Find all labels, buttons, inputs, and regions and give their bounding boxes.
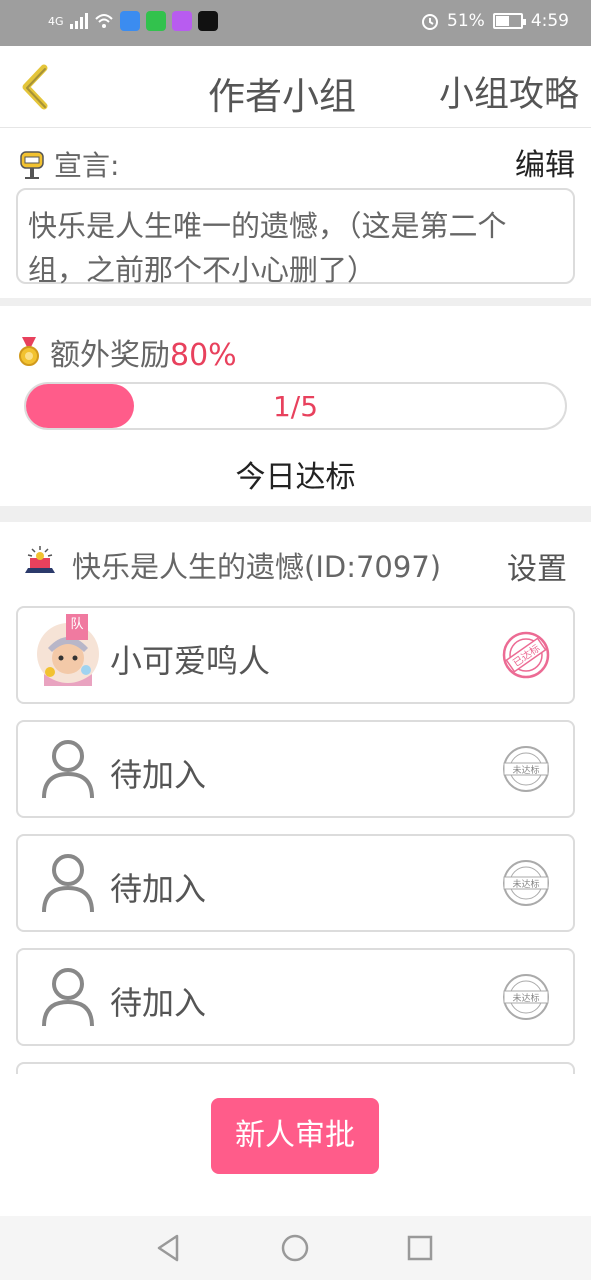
status-left: 4G [48, 11, 218, 31]
member-row[interactable]: 待加入 未达标 [16, 720, 575, 818]
recents-square-icon[interactable] [404, 1232, 436, 1264]
person-icon [42, 740, 94, 799]
person-icon [42, 854, 94, 913]
member-row[interactable]: 队 小可爱鸣人 已达标 [16, 606, 575, 704]
group-guide-link[interactable]: 小组攻略 [439, 66, 579, 117]
today-label: 今日达标 [235, 460, 356, 495]
not-achieved-stamp-icon: 未达标 [503, 746, 549, 792]
status-right: 51% 4:59 [421, 11, 569, 31]
video-app-icon [171, 11, 192, 31]
divider [0, 298, 591, 306]
member-name: 待加入 [110, 756, 207, 794]
group-name: 快乐是人生的遗憾(ID:7097) [72, 550, 442, 584]
system-nav-bar [0, 1216, 591, 1280]
reward-section: 额外奖励80% 1/5 今日达标 [0, 306, 591, 506]
signal-icon: 4G [48, 14, 64, 28]
baidu-app-icon [119, 11, 140, 31]
status-bar: 4G 51% 4:59 [0, 0, 591, 46]
header: 作者小组 小组攻略 [0, 46, 591, 128]
home-circle-icon[interactable] [279, 1232, 311, 1264]
reward-header: 额外奖励80% [18, 330, 237, 374]
member-row-partial[interactable] [16, 1062, 575, 1074]
member-row[interactable]: 待加入 未达标 [16, 948, 575, 1046]
edit-button[interactable]: 编辑 [515, 140, 575, 184]
iqiyi-app-icon [145, 11, 166, 31]
back-triangle-icon[interactable] [153, 1232, 185, 1264]
stamp-text: 未达标 [512, 878, 539, 890]
signal-bars-icon [69, 13, 88, 29]
page-title: 作者小组 [208, 75, 356, 118]
declaration-text: 快乐是人生唯一的遗憾，（这是第二个组，之前那个不小心删了） [16, 188, 575, 287]
clock: 4:59 [530, 11, 569, 31]
progress-bar: 1/5 [24, 382, 567, 430]
divider [0, 506, 591, 522]
member-name: 待加入 [110, 870, 207, 908]
member-row[interactable]: 待加入 未达标 [16, 834, 575, 932]
alarm-icon [422, 14, 439, 30]
member-list: 队 小可爱鸣人 已达标 待加入 未达标 待加入 未达标 待加入 未达标 [16, 606, 575, 1074]
battery-icon [492, 13, 526, 29]
stamp-text: 未达标 [512, 764, 539, 776]
leader-badge: 队 [66, 614, 88, 640]
battery-fill [495, 16, 510, 26]
not-achieved-stamp-icon: 未达标 [503, 860, 549, 906]
battery-percent: 51% [447, 11, 485, 31]
progress-text: 1/5 [272, 390, 319, 423]
new-member-approval-button[interactable]: 新人审批 [211, 1098, 379, 1174]
group-crown-icon [25, 546, 55, 573]
member-name: 小可爱鸣人 [110, 642, 271, 680]
chevron-left-icon[interactable] [14, 62, 58, 112]
stamp-text: 未达标 [512, 992, 539, 1004]
settings-button[interactable]: 设置 [507, 544, 567, 588]
reward-percent: 80% [170, 338, 237, 373]
tiktok-app-icon [197, 11, 218, 31]
person-icon [42, 968, 94, 1027]
declaration-section: 宣言: 编辑 快乐是人生唯一的遗憾，（这是第二个组，之前那个不小心删了） [0, 128, 591, 298]
group-header: 快乐是人生的遗憾(ID:7097) 设置 [0, 522, 591, 602]
reward-label: 额外奖励 [50, 338, 170, 373]
wifi-icon [94, 14, 113, 28]
achieved-stamp-icon: 已达标 [502, 631, 550, 679]
declaration-header: 宣言: [18, 144, 119, 184]
mailbox-icon [20, 151, 44, 179]
medal-icon [19, 337, 39, 366]
not-achieved-stamp-icon: 未达标 [503, 974, 549, 1020]
member-name: 待加入 [110, 984, 207, 1022]
declaration-label: 宣言: [54, 149, 120, 182]
